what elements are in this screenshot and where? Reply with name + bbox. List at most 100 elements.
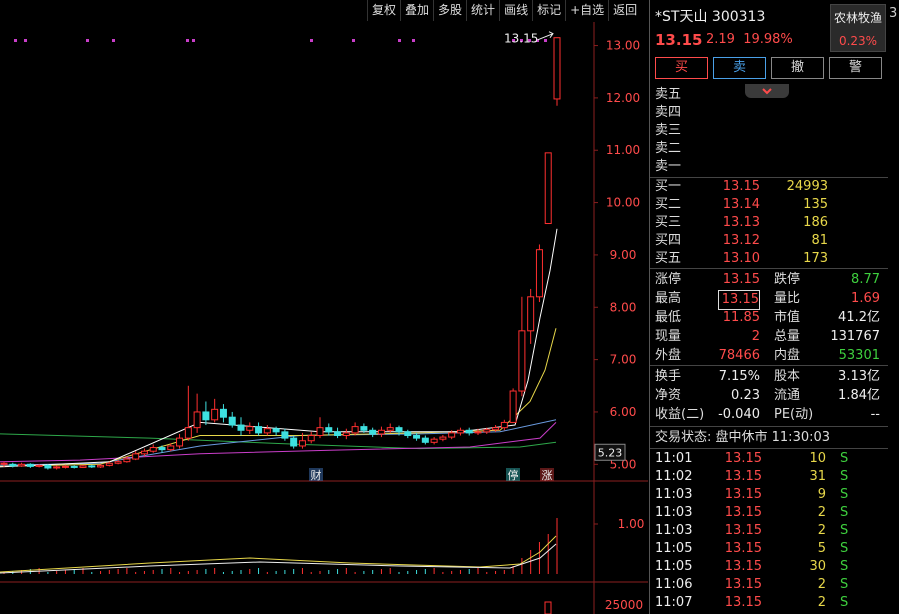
candle-body (281, 431, 289, 439)
tick-side: S (840, 505, 849, 520)
buy-level-label: 买四 (655, 233, 682, 248)
candle-body (132, 453, 140, 460)
candle-body (474, 431, 482, 434)
ma-line-yellow (0, 328, 557, 467)
sell-level-label: 卖一 (655, 159, 682, 174)
toolbar-button-3[interactable]: 统计 (466, 0, 499, 21)
stock-code: 300313 (711, 9, 766, 25)
buy-price: 13.10 (722, 251, 760, 266)
sell-book-row[interactable]: 卖三 (650, 122, 888, 140)
tick-time: 11:03 (655, 523, 693, 538)
event-dot (112, 39, 115, 42)
event-marker-label: 涨 (542, 469, 553, 482)
tick-volume: 2 (817, 523, 826, 538)
buy-volume: 81 (811, 233, 828, 248)
volume-axis-label: 1.00 (618, 517, 645, 531)
candle-body (255, 426, 263, 434)
stat-label: 流通 (774, 388, 801, 403)
event-dot (186, 39, 189, 42)
candle-body (456, 429, 464, 434)
quote-panel: *ST天山 300313 13.15 2.19 19.98% 农林牧渔 0.23… (649, 0, 888, 614)
toolbar-button-5[interactable]: 标记 (532, 0, 565, 21)
toolbar-button-0[interactable]: 复权 (367, 0, 400, 21)
candle-body (421, 437, 429, 443)
stat-value: 1.84亿 (838, 388, 880, 403)
candle-body (158, 447, 166, 451)
sell-book-row[interactable]: 卖一 (650, 158, 888, 176)
candle-body (246, 426, 254, 431)
sell-book-row[interactable]: 卖四 (650, 104, 888, 122)
tick-volume: 31 (809, 469, 826, 484)
buy-book-row[interactable]: 买一 13.15 24993 (650, 178, 888, 196)
tick-volume: 2 (817, 505, 826, 520)
candle-body (518, 330, 526, 392)
stat-value: 13.15 (722, 272, 760, 287)
buy-button[interactable]: 买 (655, 57, 708, 79)
toolbar-button-7[interactable]: 返回 (608, 0, 641, 21)
tick-row: 11:03 13.15 2 S (650, 504, 888, 522)
sell-level-label: 卖二 (655, 141, 682, 156)
candle-body (342, 432, 350, 437)
tick-volume: 10 (809, 451, 826, 466)
toolbar-button-4[interactable]: 画线 (499, 0, 532, 21)
kline-chart[interactable]: 13.0012.0011.0010.009.008.007.006.005.00… (0, 22, 648, 614)
toolbar-button-6[interactable]: +自选 (565, 0, 608, 21)
buy-price: 13.13 (722, 215, 760, 230)
tick-row: 11:06 13.15 2 S (650, 576, 888, 594)
toolbar-button-2[interactable]: 多股 (433, 0, 466, 21)
stat-label: PE(动) (774, 407, 814, 422)
stat-label: 现量 (655, 329, 682, 344)
candle-body (193, 411, 201, 429)
candle-body (114, 461, 122, 464)
candle-body (9, 463, 17, 467)
candle-body (228, 416, 236, 426)
stock-title: *ST天山 300313 (655, 6, 765, 26)
buy-level-label: 买二 (655, 197, 682, 212)
stat-label: 量比 (774, 291, 801, 306)
tick-time: 11:07 (655, 595, 693, 610)
buy-level-label: 买一 (655, 179, 682, 194)
stat-value: 78466 (718, 348, 760, 363)
tick-time: 11:05 (655, 541, 693, 556)
candle-body (0, 462, 8, 465)
buy-book-row[interactable]: 买四 13.12 81 (650, 232, 888, 250)
candle-body (360, 426, 368, 431)
sector-box[interactable]: 农林牧渔 0.23% (830, 4, 886, 52)
high-price-label: 13.15 (504, 32, 538, 46)
candle-body (527, 296, 535, 332)
tick-price: 13.15 (724, 595, 762, 610)
candle-body (149, 447, 157, 452)
event-dot (352, 39, 355, 42)
tick-price: 13.15 (724, 487, 762, 502)
stat-row: 最高 13.15 量比 1.69 (650, 290, 888, 310)
candle-body (334, 431, 342, 437)
stat-value: 8.77 (851, 272, 880, 287)
candle-body (298, 440, 306, 447)
sell-book-row[interactable]: 卖二 (650, 140, 888, 158)
sell-book-row[interactable]: 卖五 (650, 86, 888, 104)
tick-price: 13.15 (724, 523, 762, 538)
candle-body (325, 427, 333, 433)
sector-name: 农林牧渔 (833, 11, 882, 25)
sell-button[interactable]: 卖 (713, 57, 766, 79)
buy-volume: 135 (803, 197, 828, 212)
toolbar-button-1[interactable]: 叠加 (400, 0, 433, 21)
price-change: 2.19 19.98% (706, 32, 793, 47)
stat-label: 换手 (655, 369, 682, 384)
alert-button[interactable]: 警 (829, 57, 882, 79)
buy-book-row[interactable]: 买五 13.10 173 (650, 250, 888, 268)
bottom-axis-label: 25000 (605, 598, 643, 612)
sell-level-label: 卖三 (655, 123, 682, 138)
tick-row: 11:03 13.15 9 S (650, 486, 888, 504)
buy-book-row[interactable]: 买三 13.13 186 (650, 214, 888, 232)
candle-body (404, 431, 412, 437)
buy-level-label: 买五 (655, 251, 682, 266)
collapsed-side-panel: 3 (888, 0, 899, 614)
buy-book-row[interactable]: 买二 13.14 135 (650, 196, 888, 214)
event-dot (24, 39, 27, 42)
cancel-order-button[interactable]: 撤 (771, 57, 824, 79)
candle-body (123, 458, 131, 463)
stat-label: 跌停 (774, 272, 801, 287)
candle-body (544, 152, 552, 225)
price-tick-label: 8.00 (610, 300, 637, 314)
